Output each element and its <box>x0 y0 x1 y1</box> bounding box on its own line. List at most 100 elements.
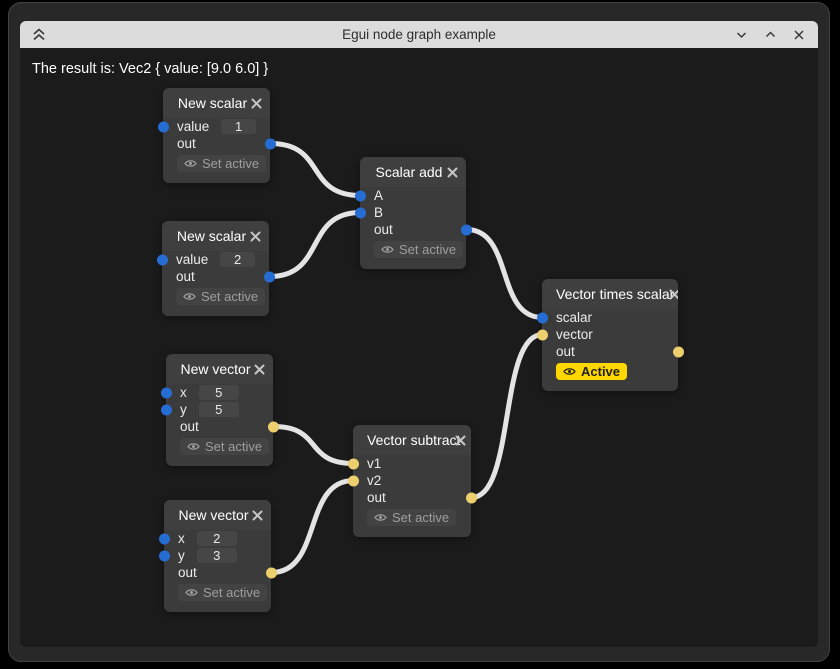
button-label: Set active <box>392 510 449 525</box>
node-vector-subtract[interactable]: Vector subtract v1 v2 out Set active <box>353 425 471 537</box>
row-label: out <box>180 418 199 435</box>
node-canvas[interactable]: The result is: Vec2 { value: [9.0 6.0] }… <box>20 48 818 647</box>
row-label: out <box>176 268 195 285</box>
node-header[interactable]: Vector times scalar <box>542 279 678 309</box>
input-port[interactable] <box>158 121 169 132</box>
button-label: Set active <box>202 156 259 171</box>
set-active-button[interactable]: Set active <box>178 584 267 601</box>
connection-wire[interactable] <box>272 481 354 573</box>
button-label: Set active <box>203 585 260 600</box>
input-port[interactable] <box>157 254 168 265</box>
value-field[interactable]: 2 <box>220 252 255 267</box>
node-vector-times-scalar[interactable]: Vector times scalar scalar vector out Ac… <box>542 279 678 391</box>
output-port[interactable] <box>673 346 684 357</box>
input-port[interactable] <box>161 404 172 415</box>
row-label: y <box>178 547 185 564</box>
connection-wire[interactable] <box>472 335 543 498</box>
node-title: Scalar add <box>374 164 444 180</box>
node-new-scalar-1[interactable]: New scalar value 1 out Set active <box>163 88 270 183</box>
eye-icon <box>374 513 387 522</box>
input-port[interactable] <box>159 533 170 544</box>
close-node-icon[interactable] <box>454 434 467 447</box>
row-label: out <box>374 221 393 238</box>
double-chevron-up-icon <box>32 28 46 41</box>
row-label: value <box>176 251 208 268</box>
input-port[interactable] <box>161 387 172 398</box>
node-header[interactable]: Scalar add <box>360 157 466 187</box>
node-row: out <box>542 343 678 360</box>
close-node-icon[interactable] <box>446 166 459 179</box>
row-label: v1 <box>367 455 381 472</box>
value-field[interactable]: 1 <box>221 119 256 134</box>
node-row: out <box>162 268 269 285</box>
output-port[interactable] <box>466 492 477 503</box>
node-header[interactable]: New vector <box>166 354 273 384</box>
connection-wire[interactable] <box>274 427 354 464</box>
node-title: Vector subtract <box>367 432 460 448</box>
node-new-vector-1[interactable]: New vector x 5 y 5 out Set active <box>166 354 273 466</box>
set-active-button[interactable]: Set active <box>176 288 265 305</box>
input-port[interactable] <box>355 190 366 201</box>
row-label: vector <box>556 326 593 343</box>
close-node-icon[interactable] <box>250 97 263 110</box>
close-window-button[interactable] <box>788 24 810 46</box>
row-label: out <box>177 135 196 152</box>
value-field[interactable]: 3 <box>197 548 237 563</box>
node-scalar-add[interactable]: Scalar add A B out Set active <box>360 157 466 269</box>
chevron-up-icon <box>764 28 777 41</box>
node-row: y 3 <box>164 547 271 564</box>
node-row: value 1 <box>163 118 270 135</box>
output-port[interactable] <box>265 138 276 149</box>
row-label: x <box>180 384 187 401</box>
input-port[interactable] <box>355 207 366 218</box>
output-port[interactable] <box>461 224 472 235</box>
close-node-icon[interactable] <box>253 363 266 376</box>
row-label: A <box>374 187 383 204</box>
active-button[interactable]: Active <box>556 363 627 380</box>
collapse-button[interactable] <box>28 24 50 46</box>
row-label: out <box>178 564 197 581</box>
value-field[interactable]: 2 <box>197 531 237 546</box>
output-port[interactable] <box>264 271 275 282</box>
connection-wire[interactable] <box>270 213 361 277</box>
input-port[interactable] <box>159 550 170 561</box>
node-header[interactable]: Vector subtract <box>353 425 471 455</box>
node-header[interactable]: New vector <box>164 500 271 530</box>
input-port[interactable] <box>348 475 359 486</box>
set-active-button[interactable]: Set active <box>177 155 266 172</box>
node-new-scalar-2[interactable]: New scalar value 2 out Set active <box>162 221 269 316</box>
maximize-button[interactable] <box>759 24 781 46</box>
output-port[interactable] <box>266 567 277 578</box>
value-field[interactable]: 5 <box>199 385 239 400</box>
node-row: x 5 <box>166 384 273 401</box>
node-row: out <box>166 418 273 435</box>
connection-wire[interactable] <box>271 144 361 196</box>
result-text: The result is: Vec2 { value: [9.0 6.0] } <box>32 61 268 77</box>
node-header[interactable]: New scalar <box>162 221 269 251</box>
node-header[interactable]: New scalar <box>163 88 270 118</box>
input-port[interactable] <box>537 312 548 323</box>
row-label: out <box>556 343 575 360</box>
close-node-icon[interactable] <box>249 230 262 243</box>
close-icon <box>793 29 805 41</box>
value-field[interactable]: 5 <box>199 402 239 417</box>
close-node-icon[interactable] <box>251 509 264 522</box>
set-active-button[interactable]: Set active <box>374 241 463 258</box>
node-row: out <box>353 489 471 506</box>
connection-wire[interactable] <box>467 230 543 318</box>
node-row: scalar <box>542 309 678 326</box>
node-row: value 2 <box>162 251 269 268</box>
minimize-button[interactable] <box>730 24 752 46</box>
wires-layer <box>20 48 818 647</box>
close-node-icon[interactable] <box>668 288 678 301</box>
titlebar[interactable]: Egui node graph example <box>20 21 818 48</box>
input-port[interactable] <box>537 329 548 340</box>
row-label: out <box>367 489 386 506</box>
node-new-vector-2[interactable]: New vector x 2 y 3 out Set active <box>164 500 271 612</box>
output-port[interactable] <box>268 421 279 432</box>
set-active-button[interactable]: Set active <box>180 438 269 455</box>
set-active-button[interactable]: Set active <box>367 509 456 526</box>
input-port[interactable] <box>348 458 359 469</box>
node-row: v1 <box>353 455 471 472</box>
eye-icon <box>184 159 197 168</box>
